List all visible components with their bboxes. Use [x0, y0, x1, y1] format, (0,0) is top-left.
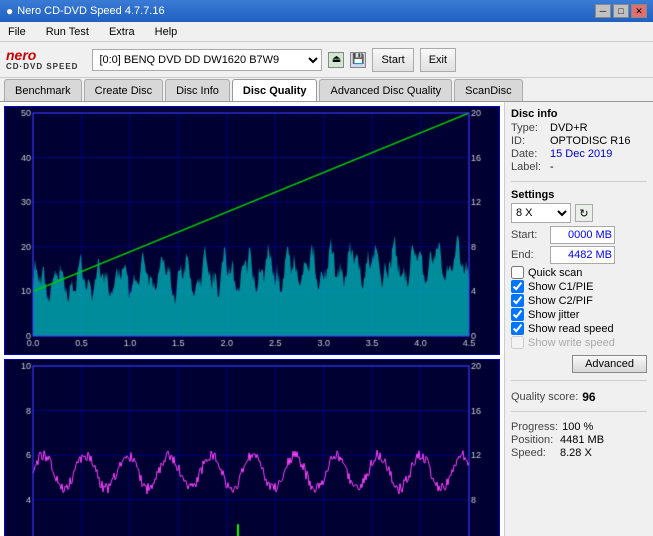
chart-pi-errors [4, 106, 500, 355]
show-jitter-label: Show jitter [528, 309, 579, 321]
app-icon: ● [6, 4, 13, 18]
end-field[interactable] [550, 246, 615, 264]
minimize-button[interactable]: ─ [595, 4, 611, 18]
tab-disc-info[interactable]: Disc Info [165, 79, 230, 101]
id-label: ID: [511, 135, 546, 147]
eject-icon[interactable]: ⏏ [328, 52, 344, 68]
chart-pi-failures [4, 359, 500, 536]
show-read-checkbox[interactable] [511, 322, 524, 335]
toolbar: nero CD·DVD SPEED [0:0] BENQ DVD DD DW16… [0, 42, 653, 78]
speed-label: Speed: [511, 447, 556, 459]
title-bar: ● Nero CD-DVD Speed 4.7.7.16 ─ □ ✕ [0, 0, 653, 22]
type-value: DVD+R [550, 122, 588, 134]
start-field-label: Start: [511, 229, 546, 241]
sidebar: Disc info Type: DVD+R ID: OPTODISC R16 D… [505, 102, 653, 536]
show-read-label: Show read speed [528, 323, 614, 335]
menu-bar: File Run Test Extra Help [0, 22, 653, 42]
menu-file[interactable]: File [4, 24, 30, 40]
quality-score-value: 96 [582, 390, 595, 404]
speed-value: 8.28 X [560, 447, 592, 459]
advanced-button[interactable]: Advanced [572, 355, 647, 373]
position-label: Position: [511, 434, 556, 446]
quality-score-label: Quality score: [511, 391, 578, 403]
divider-1 [511, 181, 647, 182]
nero-logo: nero CD·DVD SPEED [6, 48, 78, 71]
main-content: PI Errors Average: 3.17 Maximum: 33 Tota… [0, 102, 653, 536]
close-button[interactable]: ✕ [631, 4, 647, 18]
charts-area [0, 102, 505, 536]
settings-title: Settings [511, 189, 647, 201]
menu-run-test[interactable]: Run Test [42, 24, 93, 40]
date-label: Date: [511, 148, 546, 160]
show-write-checkbox[interactable] [511, 336, 524, 349]
nero-logo-sub: CD·DVD SPEED [6, 62, 78, 71]
show-c1-label: Show C1/PIE [528, 281, 593, 293]
date-value: 15 Dec 2019 [550, 148, 612, 160]
show-c2-checkbox[interactable] [511, 294, 524, 307]
end-field-label: End: [511, 249, 546, 261]
drive-select[interactable]: [0:0] BENQ DVD DD DW1620 B7W9 [92, 49, 322, 71]
exit-button[interactable]: Exit [420, 48, 456, 72]
quick-scan-label: Quick scan [528, 267, 582, 279]
settings-section: Settings 8 X 1 X 2 X 4 X 6 X 12 X 16 X ↻… [511, 189, 647, 373]
start-button[interactable]: Start [372, 48, 413, 72]
disc-info-title: Disc info [511, 108, 647, 120]
menu-extra[interactable]: Extra [105, 24, 139, 40]
quick-scan-checkbox[interactable] [511, 266, 524, 279]
tab-disc-quality[interactable]: Disc Quality [232, 79, 318, 101]
progress-value: 100 % [562, 421, 593, 433]
disc-label-label: Label: [511, 161, 546, 173]
progress-label: Progress: [511, 421, 558, 433]
disc-info-section: Disc info Type: DVD+R ID: OPTODISC R16 D… [511, 108, 647, 174]
show-c1-checkbox[interactable] [511, 280, 524, 293]
show-c2-label: Show C2/PIF [528, 295, 593, 307]
show-write-label: Show write speed [528, 337, 615, 349]
progress-section: Progress: 100 % Position: 4481 MB Speed:… [511, 421, 647, 460]
maximize-button[interactable]: □ [613, 4, 629, 18]
refresh-icon[interactable]: ↻ [575, 204, 593, 222]
divider-2 [511, 380, 647, 381]
disc-label-value: - [550, 161, 554, 173]
app-title: Nero CD-DVD Speed 4.7.7.16 [17, 5, 164, 17]
tabs: Benchmark Create Disc Disc Info Disc Qua… [0, 78, 653, 102]
nero-logo-text: nero [6, 48, 36, 62]
save-icon[interactable]: 💾 [350, 52, 366, 68]
tab-benchmark[interactable]: Benchmark [4, 79, 82, 101]
tab-advanced-disc-quality[interactable]: Advanced Disc Quality [319, 79, 452, 101]
quality-score-section: Quality score: 96 [511, 390, 647, 404]
id-value: OPTODISC R16 [550, 135, 631, 147]
tab-scandisc[interactable]: ScanDisc [454, 79, 522, 101]
start-field[interactable] [550, 226, 615, 244]
show-jitter-checkbox[interactable] [511, 308, 524, 321]
speed-select[interactable]: 8 X 1 X 2 X 4 X 6 X 12 X 16 X [511, 203, 571, 223]
position-value: 4481 MB [560, 434, 604, 446]
menu-help[interactable]: Help [151, 24, 182, 40]
divider-3 [511, 411, 647, 412]
type-label: Type: [511, 122, 546, 134]
tab-create-disc[interactable]: Create Disc [84, 79, 163, 101]
